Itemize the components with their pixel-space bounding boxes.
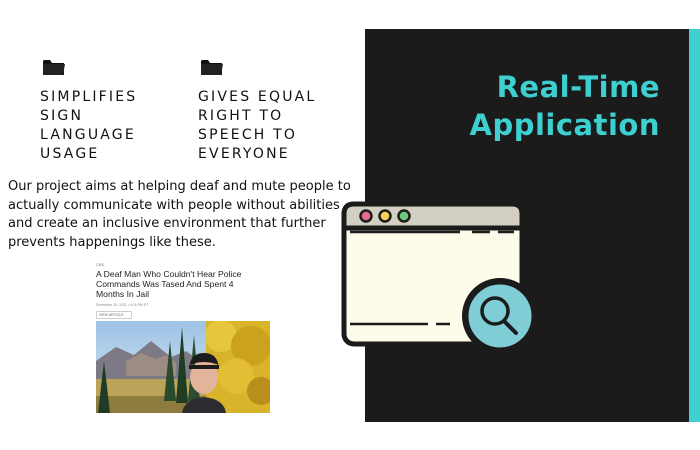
browser-window-icon (341, 201, 538, 354)
magnifier-icon (462, 278, 538, 354)
news-view-button[interactable]: VIEW ARTICLE (96, 311, 132, 319)
news-article-card: CBS A Deaf Man Who Couldn't Hear Police … (96, 262, 271, 413)
feature-equal-right: GIVES EQUAL RIGHT TO SPEECH TO EVERYONE (198, 58, 316, 164)
feature-label: SIMPLIFIES SIGN LANGUAGE USAGE (40, 89, 138, 162)
news-date: December 20, 2021 • 4:16 PM ET (96, 303, 149, 307)
news-headline: A Deaf Man Who Couldn't Hear Police Comm… (96, 269, 242, 299)
project-description: Our project aims at helping deaf and mut… (8, 179, 351, 250)
feature-label: GIVES EQUAL RIGHT TO SPEECH TO EVERYONE (198, 89, 317, 162)
folder-icon (43, 60, 65, 75)
folder-icon (201, 60, 223, 75)
news-source: CBS (96, 262, 105, 267)
heading-line-1: Real-Time (496, 70, 660, 104)
accent-bar (689, 29, 700, 422)
feature-simplifies: SIMPLIFIES SIGN LANGUAGE USAGE (40, 58, 137, 164)
news-photo (96, 321, 270, 413)
panel-heading: Real-Time Application (470, 68, 660, 144)
heading-line-2: Application (469, 108, 660, 142)
